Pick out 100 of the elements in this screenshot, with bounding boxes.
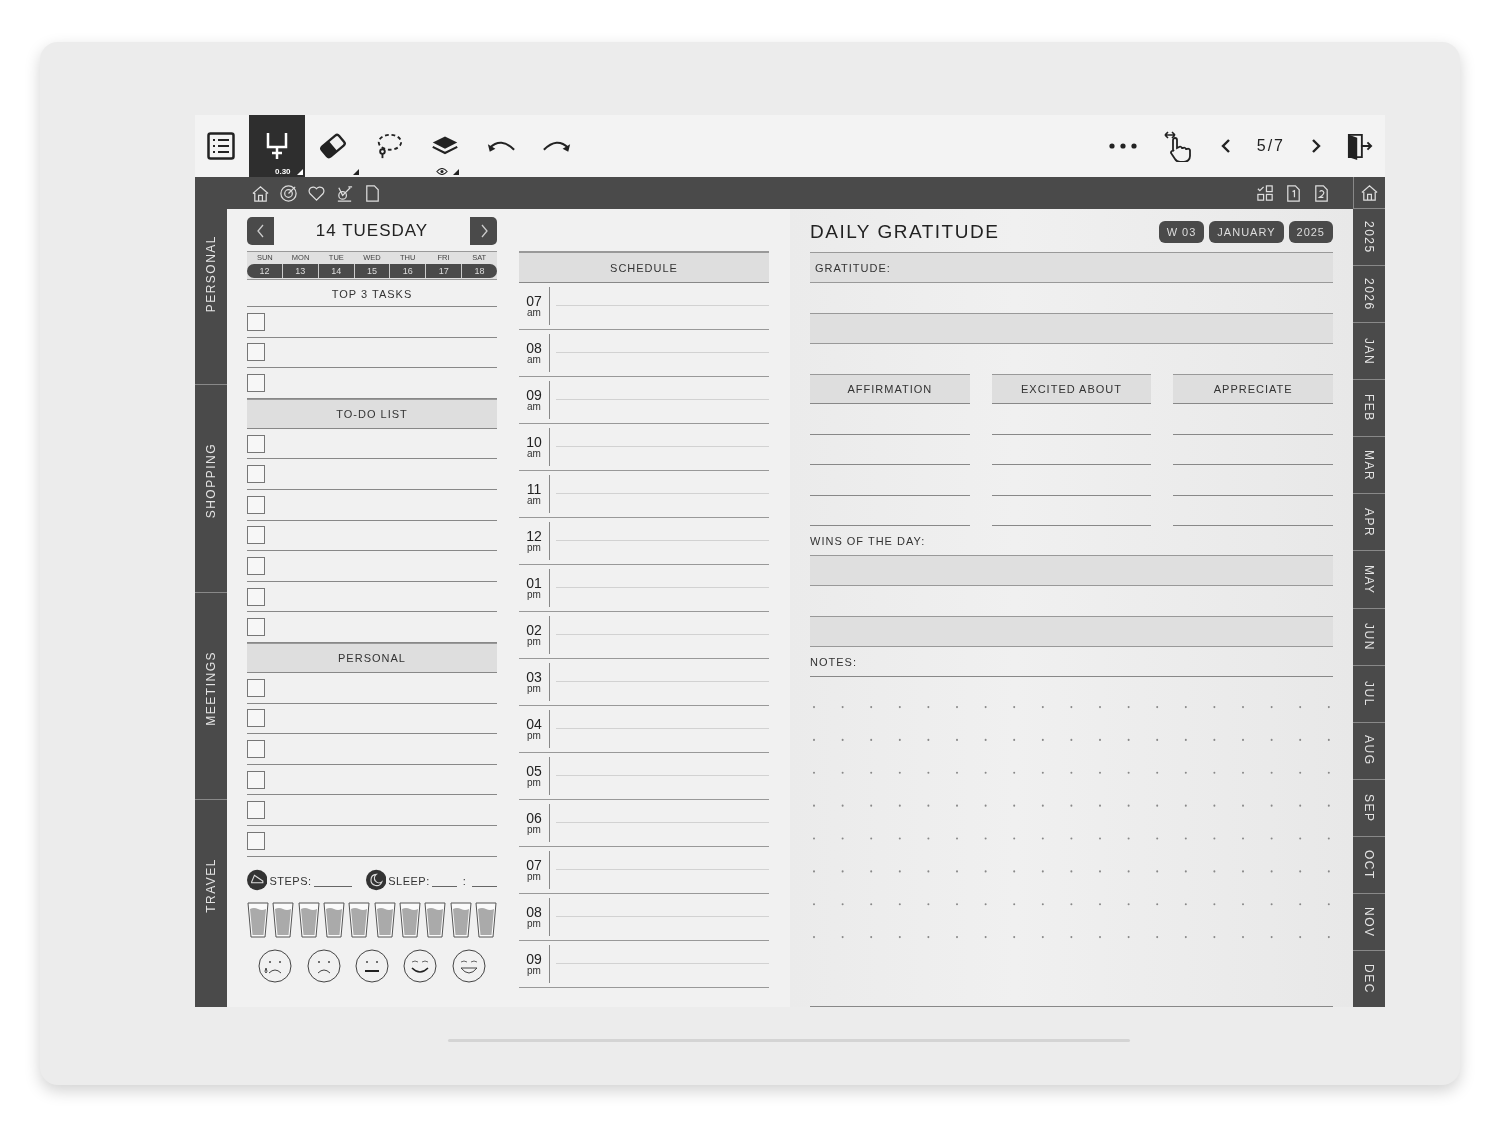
heart-icon[interactable]: [307, 183, 326, 203]
period-label: am: [527, 308, 541, 318]
dropdown-corner-icon: [453, 169, 459, 175]
water-glass-icon[interactable]: [247, 901, 269, 938]
calendar-tab[interactable]: AUG: [1353, 722, 1385, 780]
calendar-tab[interactable]: FEB: [1353, 380, 1385, 438]
daily-page-one-icon[interactable]: [1284, 183, 1303, 203]
water-glass-icon[interactable]: [348, 901, 371, 938]
daily-page-two-icon[interactable]: [1312, 183, 1331, 203]
date-link[interactable]: 14: [317, 264, 354, 278]
period-label: pm: [527, 637, 541, 647]
laughing-face-icon[interactable]: [451, 948, 486, 983]
water-glass-icon[interactable]: [272, 901, 295, 938]
calendar-tab[interactable]: SEP: [1353, 779, 1385, 837]
target-icon[interactable]: [279, 183, 298, 203]
calendar-tab[interactable]: APR: [1353, 494, 1385, 552]
time-separator: :: [462, 874, 466, 887]
section-tab[interactable]: TRAVEL: [195, 800, 227, 1007]
dropdown-corner-icon: [297, 169, 303, 175]
task-checkbox[interactable]: [247, 587, 265, 606]
water-glass-icon[interactable]: [474, 901, 497, 938]
date-link[interactable]: 15: [353, 264, 390, 278]
date-link[interactable]: W 03: [1158, 221, 1205, 243]
task-checkbox[interactable]: [247, 343, 265, 362]
water-glass-icon[interactable]: [449, 901, 472, 938]
period-label: am: [527, 402, 541, 412]
steps-fill-line[interactable]: [313, 884, 352, 887]
calendar-tab[interactable]: JAN: [1353, 323, 1385, 381]
menu-icon[interactable]: [207, 132, 235, 160]
next-page-icon[interactable]: [1311, 138, 1321, 154]
calendar-tab[interactable]: JUN: [1353, 608, 1385, 666]
moon-icon: [365, 868, 387, 891]
hour-label: 04: [526, 717, 542, 731]
date-link[interactable]: 16: [389, 264, 426, 278]
task-checkbox[interactable]: [247, 709, 265, 728]
neutral-face-icon[interactable]: [354, 948, 389, 983]
more-icon[interactable]: [1108, 143, 1137, 149]
task-checkbox[interactable]: [247, 618, 265, 637]
hour-label: 03: [526, 670, 542, 684]
hour-label: 09: [526, 952, 542, 966]
section-heading: PERSONAL: [247, 642, 497, 673]
calendar-tab[interactable]: JUL: [1353, 665, 1385, 723]
calendar-tab[interactable]: 2025: [1353, 209, 1385, 267]
task-checkbox[interactable]: [247, 739, 265, 758]
home-icon[interactable]: [1360, 183, 1379, 202]
next-day-button[interactable]: [470, 217, 497, 245]
calendar-tab[interactable]: OCT: [1353, 836, 1385, 894]
exercise-bike-icon[interactable]: [335, 183, 354, 203]
date-link[interactable]: 17: [425, 264, 462, 278]
day-title: 14 TUESDAY: [314, 221, 430, 241]
dropdown-corner-icon: [353, 169, 359, 175]
hour-label: 01: [526, 576, 542, 590]
task-checkbox[interactable]: [247, 678, 265, 697]
task-checkbox[interactable]: [247, 831, 265, 850]
task-checkbox[interactable]: [247, 434, 265, 453]
pen-tool[interactable]: 0.30: [249, 115, 305, 177]
calendar-tab[interactable]: MAR: [1353, 437, 1385, 495]
water-glass-icon[interactable]: [323, 901, 345, 938]
sleep-minutes-line[interactable]: [471, 884, 497, 887]
date-link[interactable]: 12: [247, 264, 282, 278]
water-glass-icon[interactable]: [398, 901, 421, 938]
grid-check-icon[interactable]: [1256, 183, 1275, 203]
calendar-tab[interactable]: NOV: [1353, 893, 1385, 951]
hour-label: 11: [526, 482, 542, 496]
date-link[interactable]: 18: [461, 264, 497, 278]
task-checkbox[interactable]: [247, 770, 265, 789]
lasso-icon: [375, 131, 403, 161]
calendar-tab[interactable]: MAY: [1353, 551, 1385, 609]
home-icon[interactable]: [251, 183, 270, 203]
date-link[interactable]: 13: [281, 264, 318, 278]
water-glass-icon[interactable]: [297, 901, 320, 938]
task-checkbox[interactable]: [247, 495, 265, 514]
task-checkbox[interactable]: [247, 374, 265, 392]
sleep-hours-line[interactable]: [431, 884, 457, 887]
period-label: pm: [527, 919, 541, 929]
previous-day-button[interactable]: [247, 217, 274, 245]
hour-label: 08: [526, 905, 542, 919]
previous-page-icon[interactable]: [1220, 138, 1231, 154]
document-icon[interactable]: [363, 183, 382, 203]
date-link[interactable]: 2025: [1288, 221, 1333, 243]
crying-face-icon[interactable]: [258, 948, 293, 983]
section-heading: TOP 3 TASKS: [247, 282, 497, 307]
sad-face-icon[interactable]: [306, 948, 341, 983]
task-checkbox[interactable]: [247, 801, 265, 820]
gratitude-field[interactable]: GRATITUDE:: [810, 252, 1333, 283]
task-checkbox[interactable]: [247, 312, 265, 331]
column-heading: AFFIRMATION: [810, 374, 970, 404]
water-glass-icon[interactable]: [373, 901, 396, 938]
calendar-tab[interactable]: 2026: [1353, 266, 1385, 324]
exit-door-icon[interactable]: [1347, 132, 1373, 160]
hour-label: 10: [526, 435, 542, 449]
task-checkbox[interactable]: [247, 526, 265, 545]
water-glass-icon[interactable]: [424, 901, 447, 938]
task-checkbox[interactable]: [247, 556, 265, 575]
calendar-tab[interactable]: DEC: [1353, 951, 1385, 1008]
period-label: am: [527, 355, 541, 365]
eye-icon: [436, 168, 448, 175]
date-link[interactable]: JANUARY: [1209, 221, 1284, 243]
smiling-face-icon[interactable]: [403, 948, 438, 983]
task-checkbox[interactable]: [247, 465, 265, 484]
